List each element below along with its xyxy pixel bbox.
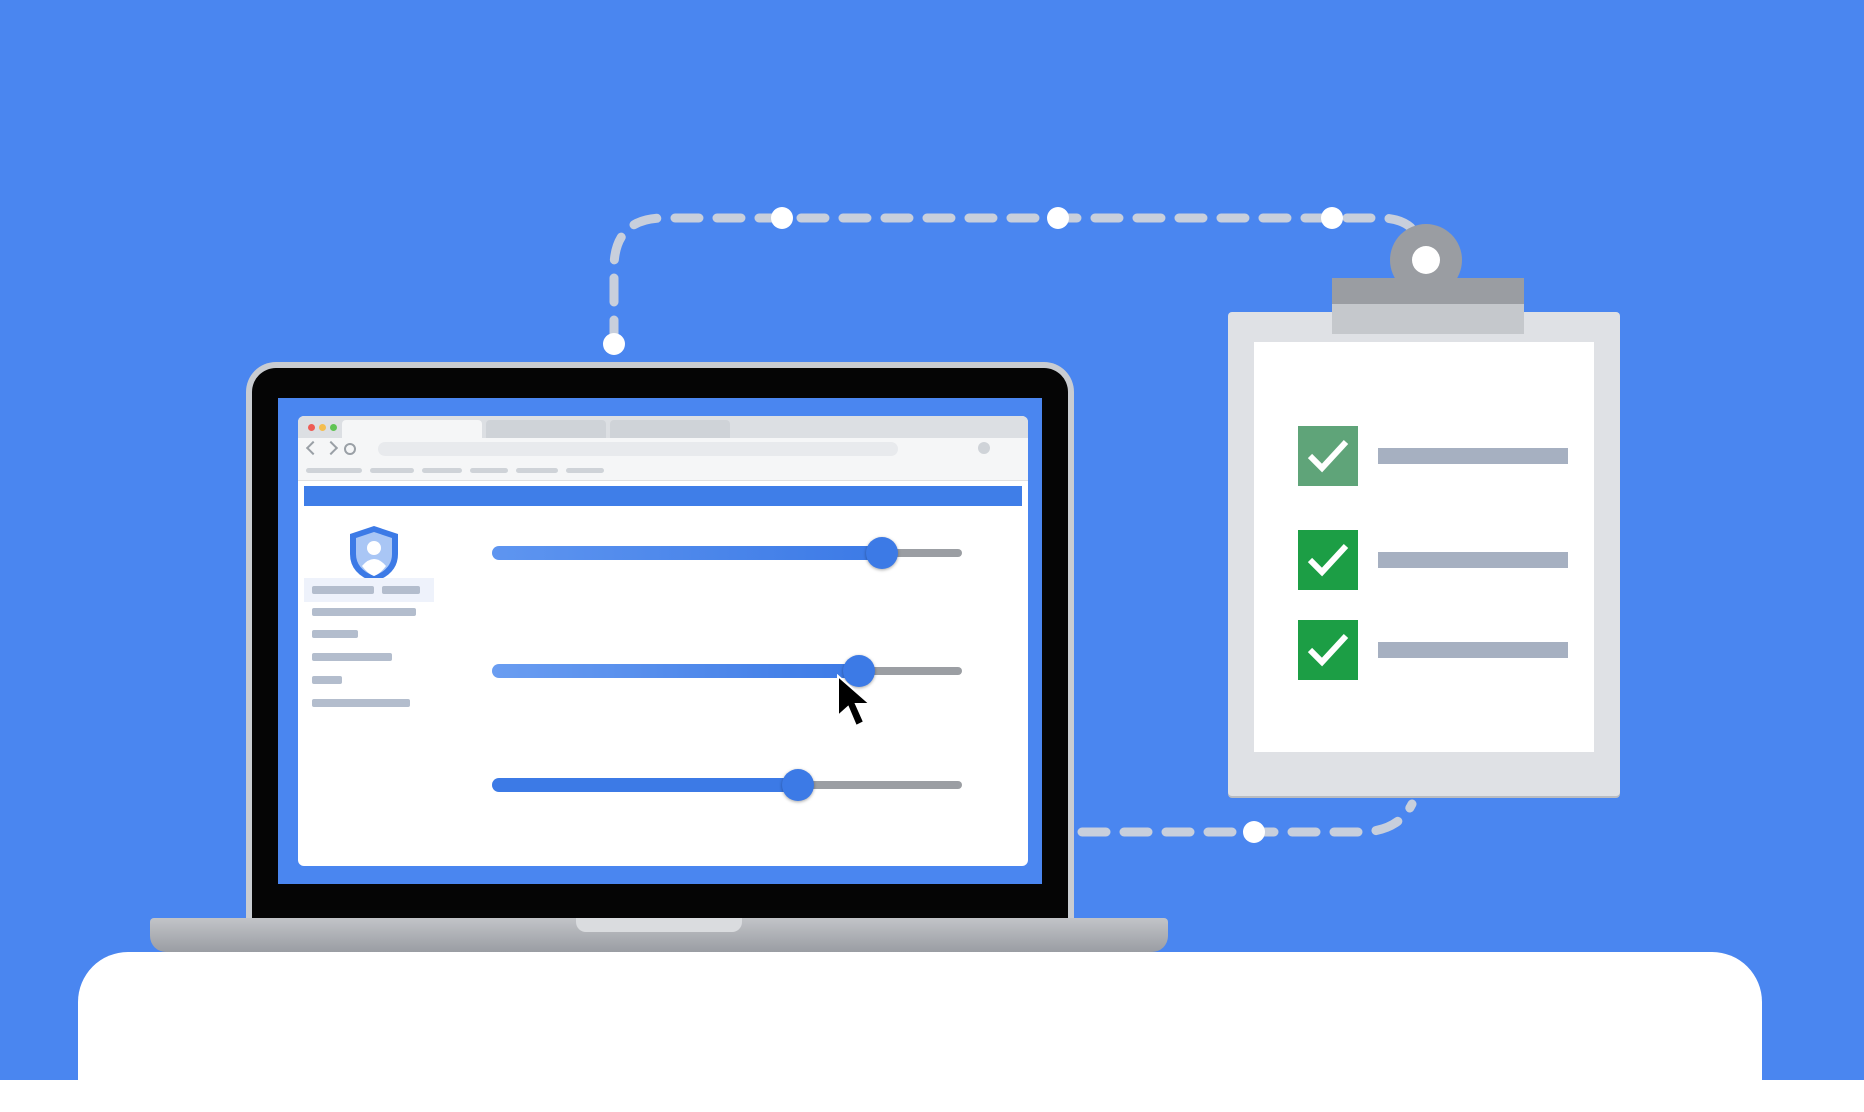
bookmark-item[interactable] (370, 468, 414, 473)
browser-window (298, 416, 1028, 866)
minimize-window-dot[interactable] (319, 424, 326, 431)
checkbox-checked[interactable] (1298, 426, 1358, 486)
profile-icon[interactable] (978, 442, 990, 454)
slider-thumb[interactable] (866, 537, 899, 569)
laptop-base (150, 918, 1168, 952)
settings-slider[interactable] (492, 655, 962, 687)
browser-toolbar (298, 438, 1028, 462)
laptop-bezel (252, 368, 1068, 918)
checkbox-checked[interactable] (1298, 620, 1358, 680)
slider-fill (492, 778, 798, 792)
browser-tab[interactable] (486, 420, 606, 438)
checkbox-checked[interactable] (1298, 530, 1358, 590)
sidebar-item[interactable] (312, 676, 342, 684)
shield-user-icon (350, 526, 398, 582)
checklist-text-placeholder (1378, 642, 1568, 658)
bookmark-item[interactable] (306, 468, 362, 473)
sidebar-item[interactable] (312, 586, 374, 594)
bookmark-item[interactable] (470, 468, 508, 473)
checkmark-icon (1307, 439, 1349, 473)
bookmark-item[interactable] (516, 468, 558, 473)
connector-node (1047, 207, 1069, 229)
sidebar-item[interactable] (312, 653, 392, 661)
mouse-cursor-icon (837, 674, 873, 728)
checklist-item (1298, 620, 1578, 680)
settings-slider[interactable] (492, 537, 962, 569)
checklist-text-placeholder (1378, 448, 1568, 464)
maximize-window-dot[interactable] (330, 424, 337, 431)
settings-slider[interactable] (492, 769, 962, 801)
connector-node (1243, 821, 1265, 843)
checklist-item (1298, 530, 1578, 590)
browser-tab-strip (298, 416, 1028, 438)
sidebar-item[interactable] (382, 586, 420, 594)
connector-node (603, 333, 625, 355)
app-header-bar (304, 486, 1022, 506)
connector-node (1321, 207, 1343, 229)
desk-surface (78, 952, 1762, 1112)
browser-tab[interactable] (610, 420, 730, 438)
checklist-text-placeholder (1378, 552, 1568, 568)
sidebar-item[interactable] (312, 630, 358, 638)
bookmarks-bar (298, 462, 1028, 481)
clipboard-paper (1254, 342, 1594, 752)
slider-thumb[interactable] (781, 769, 814, 801)
laptop-screen (278, 398, 1042, 884)
back-icon[interactable] (305, 440, 321, 456)
address-bar[interactable] (378, 442, 898, 456)
laptop-lid (246, 362, 1074, 918)
slider-fill (492, 664, 859, 678)
slider-track (797, 781, 962, 789)
checklist-item (1298, 426, 1578, 486)
checkmark-icon (1307, 543, 1349, 577)
slider-fill (492, 546, 883, 560)
reload-icon[interactable] (344, 443, 356, 455)
bookmark-item[interactable] (566, 468, 604, 473)
clipboard (1228, 278, 1620, 796)
forward-icon[interactable] (323, 440, 339, 456)
browser-tab-active[interactable] (342, 420, 482, 438)
close-window-dot[interactable] (308, 424, 315, 431)
connector-node (771, 207, 793, 229)
laptop-notch (576, 918, 742, 932)
sidebar-item[interactable] (312, 699, 410, 707)
checkmark-icon (1307, 633, 1349, 667)
sidebar-item[interactable] (312, 608, 416, 616)
bookmark-item[interactable] (422, 468, 462, 473)
illustration-stage (0, 0, 1864, 1112)
clipboard-clip (1332, 278, 1524, 336)
